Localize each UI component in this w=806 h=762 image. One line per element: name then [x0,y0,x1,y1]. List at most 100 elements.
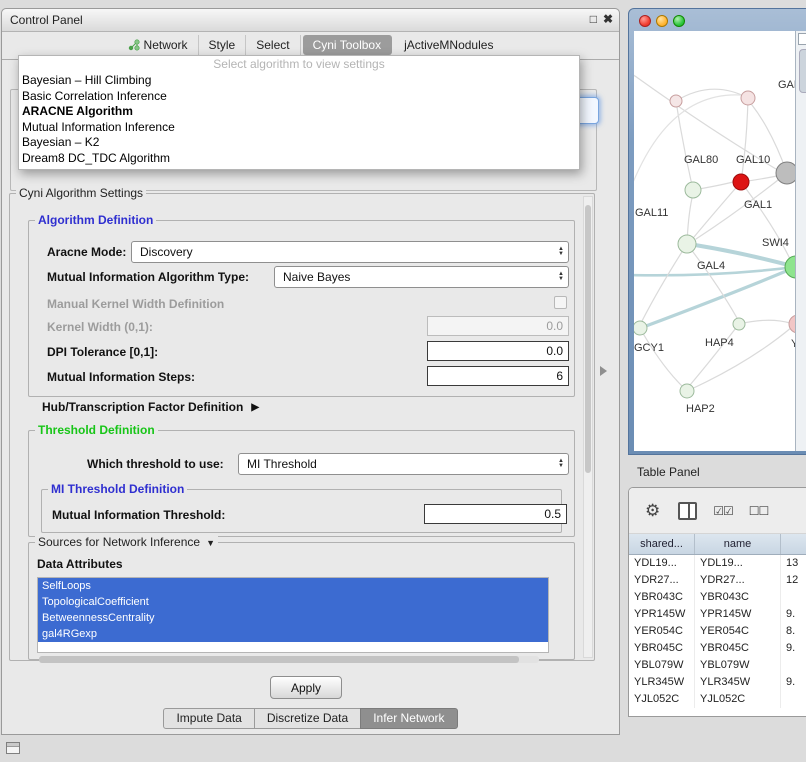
mi-steps-input[interactable]: 6 [427,366,569,386]
scrollbar-thumb[interactable] [585,205,591,473]
panel-splitter-arrow-icon[interactable] [600,366,607,376]
table-row[interactable]: YLR345WYLR345W9. [629,674,806,691]
bottom-tab-infer-network[interactable]: Infer Network [360,708,457,729]
algorithm-dropdown-list: Bayesian – Hill ClimbingBasic Correlatio… [19,73,579,166]
network-node[interactable] [785,256,795,278]
apply-button[interactable]: Apply [270,676,342,699]
table-row[interactable]: YBR045CYBR045C9. [629,640,806,657]
scrollbar-thumb[interactable] [39,656,519,663]
tab-label: Select [256,38,289,52]
algorithm-option-mutual-information-inference[interactable]: Mutual Information Inference [19,120,579,136]
scrollbar-thumb[interactable] [799,49,806,93]
network-canvas[interactable]: GAL8GAL80GAL10GAL11GAL1SWI4GAL4GCY1HAP4Y… [634,31,795,451]
tab-select[interactable]: Select [246,35,300,55]
algorithm-option-dream8-dc-tdc-algorithm[interactable]: Dream8 DC_TDC Algorithm [19,151,579,167]
gear-icon[interactable]: ⚙ [645,501,660,521]
tab-network[interactable]: Network [118,35,199,55]
algorithm-option-aracne-algorithm[interactable]: ARACNE Algorithm [19,104,579,120]
network-node[interactable] [741,91,755,105]
unchecked-boxes-icon[interactable]: ☐☐ [749,504,769,518]
tab-jactivemnodules[interactable]: jActiveMNodules [394,35,503,55]
dropdown-placeholder: Select algorithm to view settings [19,56,579,73]
manual-kernel-width-label: Manual Kernel Width Definition [47,297,224,311]
table-row[interactable]: YDL19...YDL19...13 [629,555,806,572]
algorithm-option-bayesian-k2[interactable]: Bayesian – K2 [19,135,579,151]
attribute-item-gal4rgexp[interactable]: gal4RGexp [38,626,548,642]
attribute-item-topologicalcoefficient[interactable]: TopologicalCoefficient [38,594,548,610]
titlebar-buttons: □ ✖ [590,12,613,26]
table-cell: 9. [781,674,806,691]
zoom-traffic-light[interactable] [673,15,685,27]
table-row[interactable]: YDR27...YDR27...12 [629,572,806,589]
network-edge [642,244,687,321]
close-icon[interactable]: ✖ [603,12,613,26]
table-cell: YDL19... [695,555,781,572]
table-header: shared...name [629,534,806,555]
network-node[interactable] [634,321,647,335]
column-header[interactable]: name [695,534,781,554]
network-edge [687,327,792,391]
manual-kernel-width-checkbox[interactable] [554,296,567,309]
table-cell: 8. [781,623,806,640]
attributes-horizontal-scrollbar[interactable] [39,656,539,663]
kernel-width-input[interactable]: 0.0 [427,316,569,336]
column-header[interactable]: shared... [629,534,695,554]
network-node[interactable] [733,318,745,330]
table-row[interactable]: YER054CYER054C8. [629,623,806,640]
table-row[interactable]: YBL079WYBL079W [629,657,806,674]
node-label: GAL10 [736,154,770,166]
attribute-item-selfloops[interactable]: SelfLoops [38,578,548,594]
algorithm-definition-group: Algorithm Definition Aracne Mode: Discov… [28,220,575,397]
algorithm-option-basic-correlation-inference[interactable]: Basic Correlation Inference [19,89,579,105]
table-cell: YBR043C [695,589,781,606]
tab-style[interactable]: Style [199,35,247,55]
close-traffic-light[interactable] [639,15,651,27]
table-cell: 9. [781,640,806,657]
columns-icon[interactable] [678,502,697,520]
table-row[interactable]: YBR043CYBR043C [629,589,806,606]
hub-transcription-factor-row[interactable]: Hub/Transcription Factor Definition ▶ [42,400,259,414]
mi-algorithm-type-select[interactable]: Naive Bayes ▲▼ [274,266,569,288]
dpi-tolerance-input[interactable]: 0.0 [427,341,569,361]
attribute-item-betweennesscentrality[interactable]: BetweennessCentrality [38,610,548,626]
column-header[interactable] [781,534,806,554]
bottom-tab-discretize-data[interactable]: Discretize Data [254,708,361,729]
node-label: SWI4 [762,237,789,249]
minimized-panel-icon[interactable] [6,742,20,754]
aracne-mode-select[interactable]: Discovery ▲▼ [131,241,569,263]
network-node[interactable] [685,182,701,198]
network-node[interactable] [776,162,795,184]
network-node[interactable] [670,95,682,107]
algorithm-definition-title: Algorithm Definition [35,213,156,227]
table-cell: YDR27... [695,572,781,589]
mi-threshold-input[interactable]: 0.5 [424,504,567,524]
sources-group-title[interactable]: Sources for Network Inference▼ [35,535,218,549]
network-node[interactable] [680,384,694,398]
data-attributes-list[interactable]: SelfLoopsTopologicalCoefficientBetweenne… [37,577,549,653]
table-cell: YDR27... [629,572,695,589]
minimize-traffic-light[interactable] [656,15,668,27]
network-node[interactable] [733,174,749,190]
network-vertical-scrollbar[interactable] [795,31,806,451]
mi-algorithm-type-value: Naive Bayes [283,270,350,284]
combo-arrows-icon: ▲▼ [552,272,564,282]
table-toolbar: ⚙ ☑☑ ☐☐ [629,488,806,534]
which-threshold-select[interactable]: MI Threshold ▲▼ [238,453,569,475]
algorithm-option-bayesian-hill-climbing[interactable]: Bayesian – Hill Climbing [19,73,579,89]
checked-boxes-icon[interactable]: ☑☑ [713,504,733,518]
bottom-tab-impute-data[interactable]: Impute Data [163,708,254,729]
tab-cyni-toolbox[interactable]: Cyni Toolbox [303,35,392,55]
which-threshold-value: MI Threshold [247,457,317,471]
table-row[interactable]: YJL052CYJL052C [629,691,806,708]
node-label: GCY1 [634,342,664,354]
table-cell [781,691,806,708]
table-row[interactable]: YPR145WYPR145W9. [629,606,806,623]
network-node[interactable] [678,235,696,253]
network-tab-icon [128,39,140,51]
scrollbar-box[interactable] [798,33,806,45]
table-body: YDL19...YDL19...13YDR27...YDR27...12YBR0… [629,555,806,717]
table-cell: YBR043C [629,589,695,606]
float-window-icon[interactable]: □ [590,12,597,26]
node-label: HAP4 [705,337,734,349]
settings-vertical-scrollbar[interactable] [583,196,593,658]
